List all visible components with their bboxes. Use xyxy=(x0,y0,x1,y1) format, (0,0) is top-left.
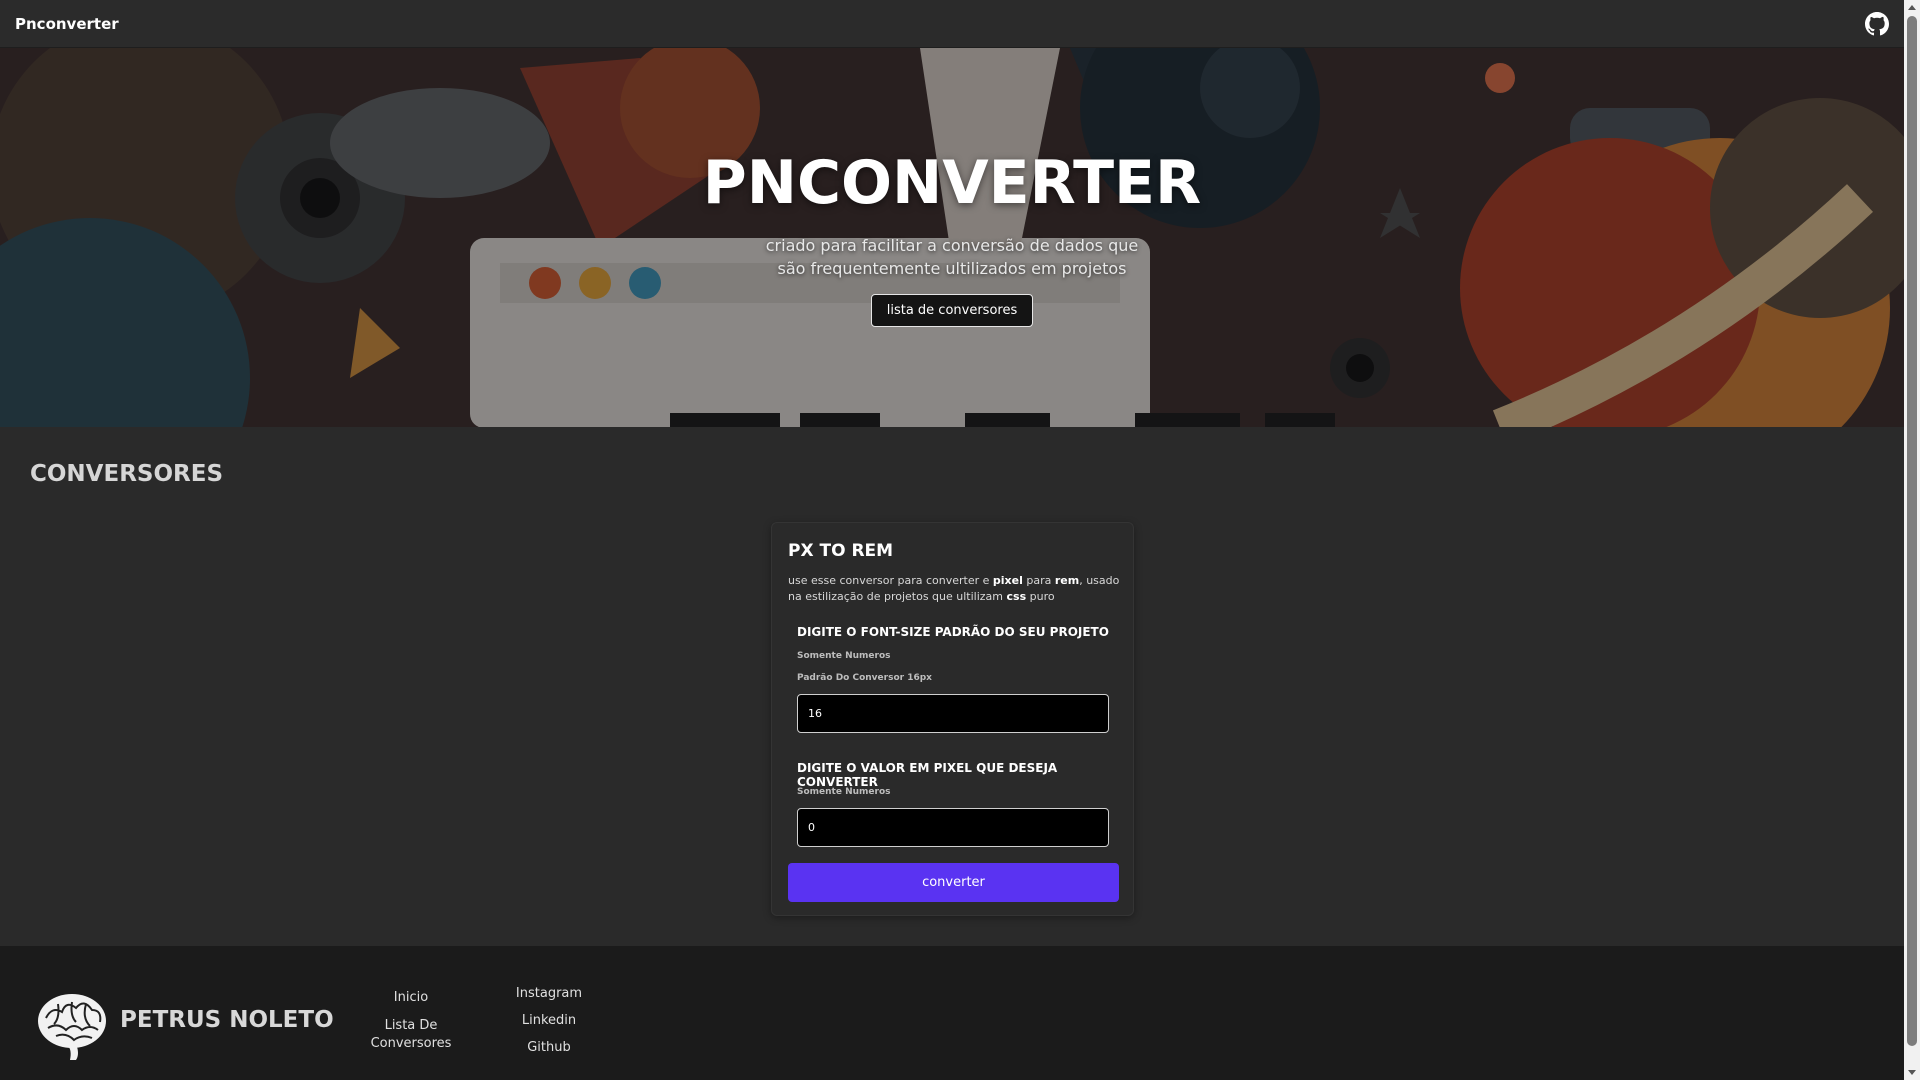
footer-link-instagram[interactable]: Instagram xyxy=(510,986,588,1001)
pixel-value-label: DIGITE O VALOR EM PIXEL QUE DESEJA CONVE… xyxy=(797,761,1058,789)
footer-link-linkedin[interactable]: Linkedin xyxy=(510,1013,588,1028)
card-description: use esse conversor para converter e pixe… xyxy=(788,573,1123,605)
section-title: CONVERSORES xyxy=(30,461,224,487)
pixel-value-hint-numbers: Somente Numeros xyxy=(797,787,891,797)
footer: PETRUS NOLETO Inicio Lista De Conversore… xyxy=(0,946,1904,1080)
hero-banner: PNCONVERTER criado para facilitar a conv… xyxy=(0,48,1904,427)
card-title: PX TO REM xyxy=(788,541,894,561)
font-size-hint-default: Padrão Do Conversor 16px xyxy=(797,673,932,683)
page-scrollbar[interactable] xyxy=(1904,0,1920,1080)
brain-icon xyxy=(38,994,106,1060)
font-size-input[interactable] xyxy=(797,694,1109,733)
footer-link-github[interactable]: Github xyxy=(510,1040,588,1055)
font-size-label: DIGITE O FONT-SIZE PADRÃO DO SEU PROJETO xyxy=(797,625,1109,639)
desc-css: css xyxy=(1006,590,1027,603)
scroll-up-arrow-icon[interactable] xyxy=(1908,5,1916,10)
footer-link-home[interactable]: Inicio xyxy=(380,990,442,1005)
footer-link-converter-list[interactable]: Lista De Conversores xyxy=(368,1017,454,1053)
hero-subtitle: criado para facilitar a conversão de dad… xyxy=(765,236,1139,278)
desc-pixel: pixel xyxy=(992,574,1023,587)
top-navbar: Pnconverter xyxy=(0,0,1904,48)
px-to-rem-card: PX TO REM use esse conversor para conver… xyxy=(771,522,1134,916)
desc-text: use esse conversor para converter e xyxy=(788,574,993,587)
font-size-hint-numbers: Somente Numeros xyxy=(797,651,891,661)
desc-rem: rem xyxy=(1054,574,1080,587)
converter-list-button[interactable]: lista de conversores xyxy=(870,294,1034,327)
pixel-value-input[interactable] xyxy=(797,808,1109,847)
footer-name: PETRUS NOLETO xyxy=(120,1007,334,1033)
convert-button[interactable]: converter xyxy=(788,863,1119,902)
github-icon[interactable] xyxy=(1864,11,1890,37)
desc-text: para xyxy=(1022,574,1055,587)
scroll-down-arrow-icon[interactable] xyxy=(1908,1070,1916,1075)
hero-content: PNCONVERTER criado para facilitar a conv… xyxy=(0,48,1904,427)
hero-title: PNCONVERTER xyxy=(702,148,1202,218)
brand-link[interactable]: Pnconverter xyxy=(15,15,119,33)
scrollbar-thumb[interactable] xyxy=(1907,16,1917,1046)
desc-text: puro xyxy=(1026,590,1055,603)
